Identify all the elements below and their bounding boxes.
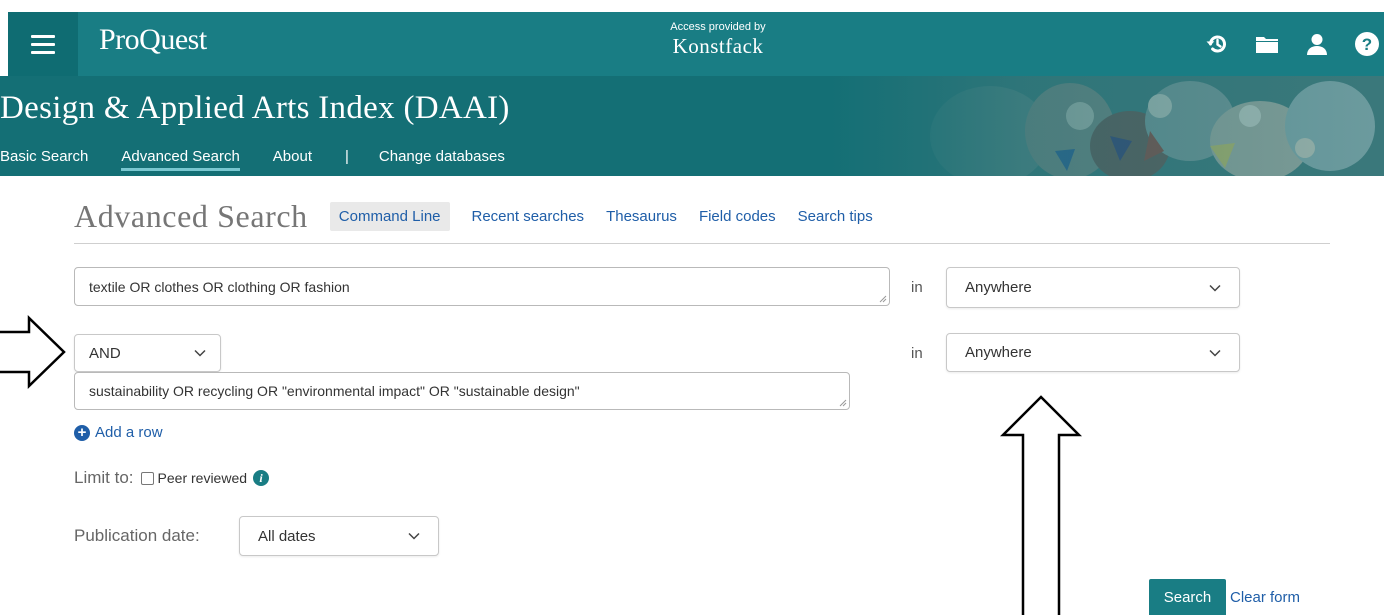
database-nav: Basic Search Advanced Search About | Cha… xyxy=(0,148,538,171)
nav-separator: | xyxy=(345,148,349,165)
database-title: Design & Applied Arts Index (DAAI) xyxy=(0,90,510,126)
access-provided-by: Access provided by Konstfack xyxy=(648,21,788,59)
in-label-1: in xyxy=(911,279,923,296)
menu-icon xyxy=(31,34,55,38)
search-button[interactable]: Search xyxy=(1149,579,1226,615)
chevron-down-icon xyxy=(408,532,420,540)
field-select-value-1: Anywhere xyxy=(965,279,1032,296)
info-icon[interactable]: i xyxy=(253,470,270,486)
page-title: Advanced Search xyxy=(74,198,308,234)
recent-searches-link[interactable]: Recent searches xyxy=(472,208,585,225)
chevron-down-icon xyxy=(194,349,206,357)
clear-form-link[interactable]: Clear form xyxy=(1230,589,1300,606)
resize-grip-icon[interactable] xyxy=(878,294,887,303)
resize-grip-icon[interactable] xyxy=(838,398,847,407)
plus-circle-icon: + xyxy=(74,424,90,441)
operator-value: AND xyxy=(89,344,121,362)
nav-advanced-search[interactable]: Advanced Search xyxy=(121,148,240,171)
banner-artwork xyxy=(830,76,1384,176)
add-row-label: Add a row xyxy=(95,424,163,441)
publication-date-select[interactable]: All dates xyxy=(239,516,439,556)
folder-icon[interactable] xyxy=(1252,29,1282,59)
limit-label: Limit to: xyxy=(74,468,134,487)
field-select-2[interactable]: Anywhere xyxy=(946,333,1240,372)
database-banner: Design & Applied Arts Index (DAAI) Basic… xyxy=(0,76,1384,176)
peer-reviewed-checkbox[interactable] xyxy=(140,471,154,485)
right-arrow-annotation xyxy=(0,315,66,389)
in-label-2: in xyxy=(911,345,923,362)
up-arrow-annotation xyxy=(999,395,1083,615)
nav-basic-search[interactable]: Basic Search xyxy=(0,148,88,171)
search-query-input-2[interactable]: sustainability OR recycling OR "environm… xyxy=(74,372,850,410)
chevron-down-icon xyxy=(1209,349,1221,357)
svg-text:?: ? xyxy=(1362,35,1372,54)
field-select-1[interactable]: Anywhere xyxy=(946,267,1240,308)
access-label: Access provided by xyxy=(670,21,766,33)
search-tips-link[interactable]: Search tips xyxy=(798,208,873,225)
command-line-button[interactable]: Command Line xyxy=(329,202,450,231)
nav-change-databases[interactable]: Change databases xyxy=(379,148,505,171)
top-bar: ProQuest Access provided by Konstfack ? xyxy=(8,12,1384,76)
advanced-search-header: Advanced Search Command Line Recent sear… xyxy=(74,198,895,235)
limit-to: Limit to: Peer reviewed i xyxy=(74,468,270,488)
thesaurus-link[interactable]: Thesaurus xyxy=(606,208,677,225)
header-divider xyxy=(74,243,1330,244)
help-icon[interactable]: ? xyxy=(1352,29,1382,59)
search-query-text-2: sustainability OR recycling OR "environm… xyxy=(89,383,580,399)
search-query-input-1[interactable]: textile OR clothes OR clothing OR fashio… xyxy=(74,267,890,306)
top-icons: ? xyxy=(1202,12,1384,76)
chevron-down-icon xyxy=(1209,284,1221,292)
history-icon[interactable] xyxy=(1202,29,1232,59)
publication-date-value: All dates xyxy=(258,527,316,545)
menu-button[interactable] xyxy=(8,12,78,76)
boolean-operator-select[interactable]: AND xyxy=(74,334,221,372)
nav-about[interactable]: About xyxy=(273,148,312,171)
publication-date-label: Publication date: xyxy=(74,526,200,545)
field-select-value-2: Anywhere xyxy=(965,344,1032,361)
institution-name: Konstfack xyxy=(672,34,764,58)
field-codes-link[interactable]: Field codes xyxy=(699,208,776,225)
search-query-text-1: textile OR clothes OR clothing OR fashio… xyxy=(89,278,350,295)
peer-reviewed-label[interactable]: Peer reviewed xyxy=(158,470,248,486)
user-icon[interactable] xyxy=(1302,29,1332,59)
proquest-logo[interactable]: ProQuest xyxy=(99,23,207,57)
add-row-button[interactable]: + Add a row xyxy=(74,424,163,441)
